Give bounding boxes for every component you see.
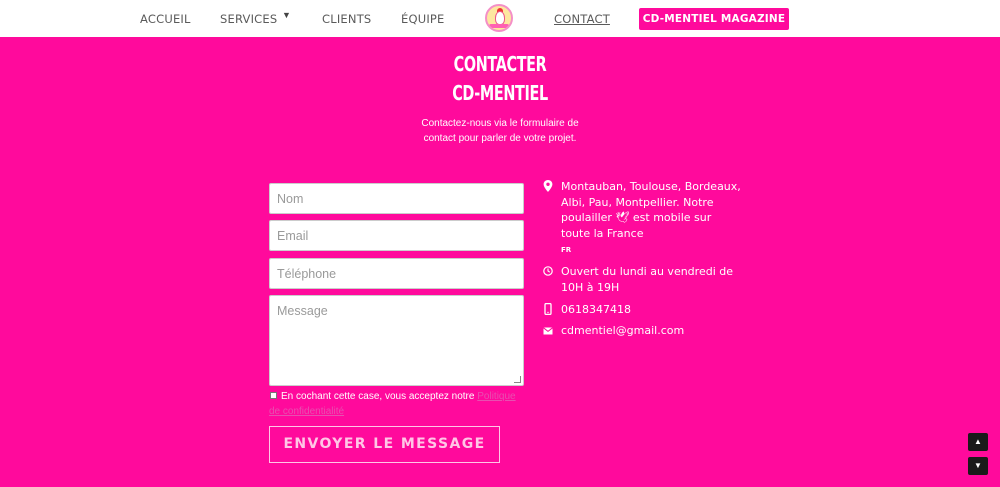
scroll-up-button[interactable]: ▲ xyxy=(968,433,988,451)
page-title-line-2: CD-MENTIEL xyxy=(452,81,548,105)
nav-item-accueil[interactable]: ACCUEIL xyxy=(140,12,191,26)
triangle-down-icon: ▼ xyxy=(974,461,982,470)
nav-item-equipe[interactable]: ÉQUIPE xyxy=(401,12,445,26)
triangle-up-icon: ▲ xyxy=(974,437,982,446)
nav-item-contact[interactable]: CONTACT xyxy=(554,12,610,26)
consent-text: En cochant cette case, vous acceptez not… xyxy=(269,389,529,419)
envelope-icon xyxy=(543,327,553,335)
page-title-line-1: CONTACTER xyxy=(453,52,547,76)
phone-text[interactable]: 0618347418 xyxy=(561,302,741,318)
hen-icon xyxy=(495,11,505,25)
country-flag-label: FR xyxy=(561,246,572,254)
message-textarea[interactable] xyxy=(270,296,523,385)
site-logo[interactable] xyxy=(485,4,513,32)
top-navigation: ACCUEIL SERVICES ▼ CLIENTS ÉQUIPE CONTAC… xyxy=(0,0,1000,37)
email-field-wrapper xyxy=(269,220,524,251)
resize-handle[interactable] xyxy=(514,376,521,383)
mobile-phone-icon xyxy=(544,303,552,315)
clock-icon xyxy=(543,266,553,276)
phone-input[interactable] xyxy=(270,259,523,288)
map-pin-icon xyxy=(543,180,553,192)
chevron-down-icon[interactable]: ▼ xyxy=(282,10,291,20)
email-text[interactable]: cdmentiel@gmail.com xyxy=(561,323,741,339)
message-field-wrapper xyxy=(269,295,524,386)
address-value: Montauban, Toulouse, Bordeaux, Albi, Pau… xyxy=(561,180,741,240)
magazine-button[interactable]: CD-MENTIEL MAGAZINE xyxy=(639,8,789,30)
nav-item-services[interactable]: SERVICES xyxy=(220,12,277,26)
email-input[interactable] xyxy=(270,221,523,250)
logo-banner xyxy=(489,24,509,28)
name-field-wrapper xyxy=(269,183,524,214)
name-input[interactable] xyxy=(270,184,523,213)
send-message-button[interactable]: ENVOYER LE MESSAGE xyxy=(269,426,500,463)
nav-item-clients[interactable]: CLIENTS xyxy=(322,12,371,26)
phone-field-wrapper xyxy=(269,258,524,289)
page-subtitle-line-1: Contactez-nous via le formulaire de xyxy=(421,118,579,129)
page-subtitle-line-2: contact pour parler de votre projet. xyxy=(423,133,577,144)
address-text: Montauban, Toulouse, Bordeaux, Albi, Pau… xyxy=(561,179,741,259)
hours-text: Ouvert du lundi au vendredi de 10H à 19H xyxy=(561,265,733,294)
scroll-down-button[interactable]: ▼ xyxy=(968,457,988,475)
consent-label: En cochant cette case, vous acceptez not… xyxy=(281,391,478,402)
